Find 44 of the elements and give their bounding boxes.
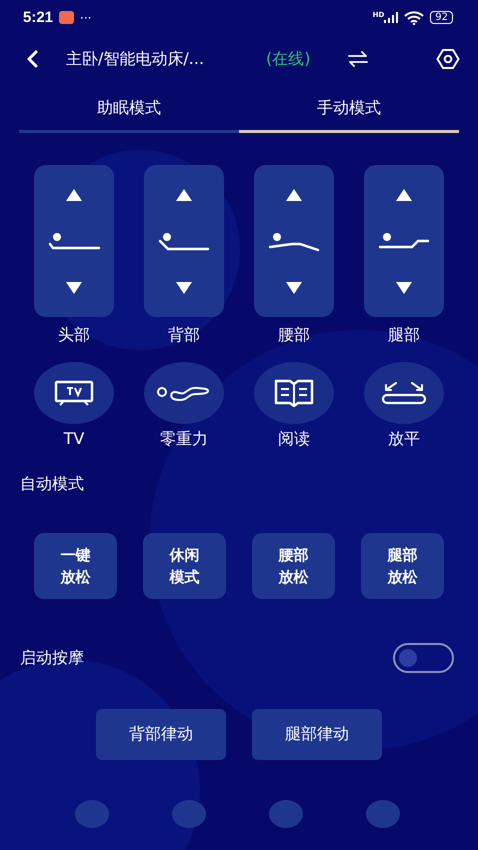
down-arrow-icon[interactable]: [66, 282, 82, 294]
up-arrow-icon[interactable]: [176, 189, 192, 201]
down-arrow-icon[interactable]: [176, 282, 192, 294]
preset-label: TV: [64, 429, 84, 448]
position-label: 腿部: [388, 325, 420, 346]
auto-mode-button[interactable]: 腿部 放松: [361, 533, 444, 599]
status-more: ···: [80, 10, 92, 24]
massage-button[interactable]: 背部律动: [96, 709, 226, 760]
preset-label: 阅读: [278, 429, 310, 450]
zero-gravity-icon: [156, 384, 212, 402]
position-label: 腰部: [278, 325, 310, 346]
mode-tab[interactable]: 助眠模式: [19, 88, 239, 133]
auto-mode-button[interactable]: 一键 放松: [34, 533, 117, 599]
down-arrow-icon[interactable]: [396, 282, 412, 294]
preset-label: 放平: [388, 429, 420, 450]
massage-toggle[interactable]: [393, 643, 454, 673]
settings-icon[interactable]: [436, 48, 460, 70]
down-arrow-icon[interactable]: [286, 282, 302, 294]
massage-label: 启动按摩: [19, 648, 84, 668]
notification-app-icon: [59, 11, 74, 24]
position-label: 背部: [168, 325, 200, 346]
battery-indicator: 92: [430, 11, 453, 24]
back-icon[interactable]: [26, 50, 38, 68]
bed-position-icon: [267, 230, 321, 252]
up-arrow-icon[interactable]: [396, 189, 412, 201]
switch-icon[interactable]: [348, 51, 368, 67]
signal-icon: [384, 12, 398, 23]
massage-button[interactable]: 腿部律动: [252, 709, 382, 760]
up-arrow-icon[interactable]: [66, 189, 82, 201]
section-title: 自动模式: [19, 474, 85, 495]
mode-tab[interactable]: 手动模式: [239, 88, 459, 133]
up-arrow-icon[interactable]: [286, 189, 302, 201]
online-status: (在线): [266, 48, 312, 70]
position-label: 头部: [58, 325, 90, 346]
book-icon: [274, 379, 314, 407]
flatten-icon: [380, 380, 428, 406]
tv-icon: [54, 380, 94, 406]
device-title: 主卧/智能电动床/...: [66, 48, 206, 70]
auto-mode-button[interactable]: 休闲 模式: [143, 533, 226, 599]
auto-mode-button[interactable]: 腰部 放松: [252, 533, 335, 599]
status-time: 5:21: [23, 9, 54, 26]
wifi-icon: [404, 10, 424, 24]
preset-label: 零重力: [160, 429, 208, 450]
bed-position-icon: [157, 230, 211, 252]
